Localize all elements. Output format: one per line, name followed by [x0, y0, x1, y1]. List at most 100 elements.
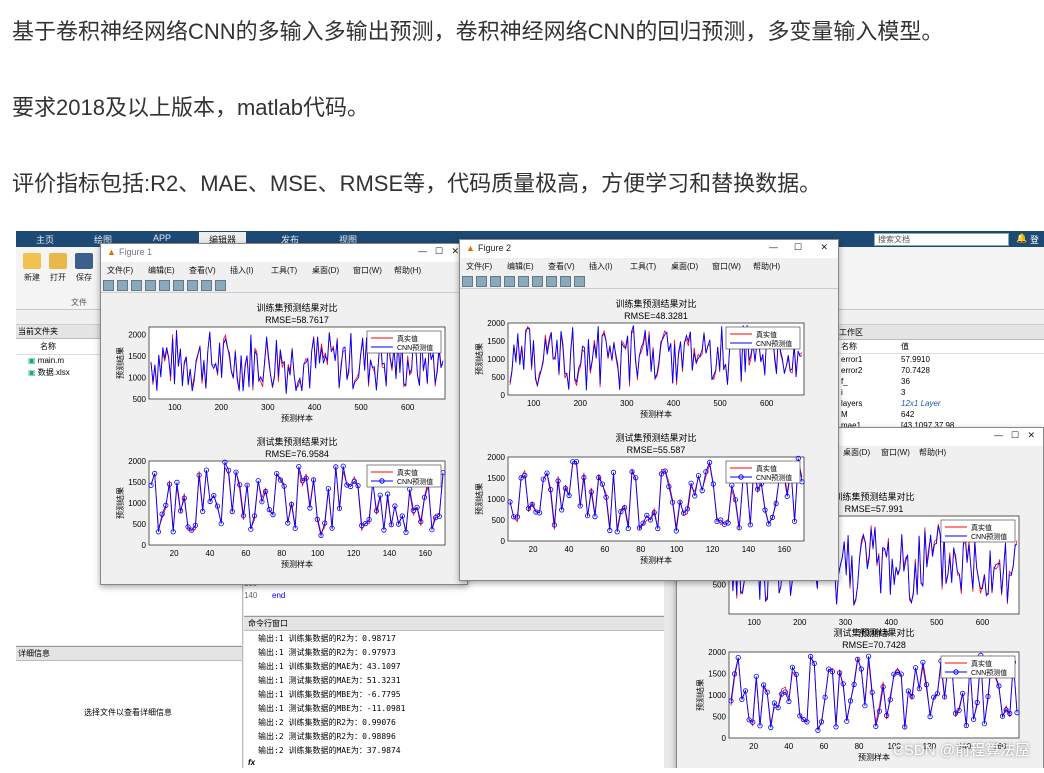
x-tick-label: 120: [347, 549, 361, 558]
legend-label: 真实值: [971, 659, 992, 668]
x-tick-label: 400: [667, 399, 681, 408]
maximize-icon[interactable]: ☐: [1011, 430, 1019, 441]
details-panel: 详细信息 选择文件以查看详细信息: [16, 646, 243, 768]
x-tick-label: 200: [574, 399, 588, 408]
maximize-icon[interactable]: ☐: [435, 246, 443, 257]
legend-icon[interactable]: [187, 280, 198, 291]
y-axis-label: 预测结果: [115, 487, 125, 519]
ws-var-value: 70.7428: [901, 366, 930, 375]
rmse-label: RMSE=76.9584: [265, 449, 329, 459]
figure-toolbar: [101, 278, 467, 293]
bell-icon[interactable]: 🔔: [1016, 233, 1027, 244]
workspace-row[interactable]: error2 70.7428: [837, 365, 1044, 376]
new-button[interactable]: 新建: [20, 253, 44, 283]
menu-item[interactable]: 编辑(E): [507, 261, 534, 272]
close-icon[interactable]: ✕: [820, 242, 828, 253]
figure-titlebar: ▲ Figure 2 — ☐ ✕: [460, 240, 838, 258]
open-icon[interactable]: [117, 280, 128, 291]
save-button[interactable]: 保存: [72, 253, 96, 283]
menu-item[interactable]: 窗口(W): [712, 261, 741, 272]
workspace-row[interactable]: error1 57.9910: [837, 354, 1044, 365]
menu-item[interactable]: 工具(T): [271, 265, 297, 276]
property-icon[interactable]: [574, 276, 585, 287]
fx-prompt-icon[interactable]: fx: [248, 758, 255, 767]
menu-item[interactable]: 插入(I): [230, 265, 254, 276]
menu-item[interactable]: 文件(F): [107, 265, 133, 276]
x-tick-label: 100: [747, 618, 761, 627]
menu-item[interactable]: 文件(F): [466, 261, 492, 272]
x-tick-label: 40: [565, 545, 574, 554]
menu-item[interactable]: 桌面(D): [843, 447, 870, 458]
y-tick-label: 2000: [128, 457, 146, 466]
legend-label: 真实值: [397, 334, 418, 343]
link-icon[interactable]: [159, 280, 170, 291]
ws-value-header[interactable]: 值: [901, 341, 909, 352]
menu-item[interactable]: 帮助(H): [753, 261, 780, 272]
command-window-title: 命令行窗口: [244, 617, 664, 631]
minimize-icon[interactable]: —: [769, 242, 778, 252]
details-title: 详细信息: [16, 647, 242, 661]
command-output[interactable]: 输出:1 训练集数据的R2为：0.98717 输出:1 测试集数据的R2为：0.9…: [244, 631, 664, 759]
legend-label: CNN预测值: [971, 668, 1007, 677]
print-icon[interactable]: [504, 276, 515, 287]
tab-apps[interactable]: APP: [153, 233, 171, 243]
legend-label: CNN预测值: [397, 477, 433, 486]
menu-item[interactable]: 查看(V): [189, 265, 216, 276]
minimize-icon[interactable]: —: [418, 246, 427, 256]
close-icon[interactable]: ✕: [451, 246, 459, 257]
menu-item[interactable]: 工具(T): [630, 261, 656, 272]
save-icon[interactable]: [490, 276, 501, 287]
workspace-row[interactable]: layers 12x1 Layer: [837, 398, 1044, 409]
property-icon[interactable]: [215, 280, 226, 291]
figure-titlebar: ▲ Figure 1 — ☐ ✕: [101, 244, 467, 262]
pointer-icon[interactable]: [201, 280, 212, 291]
plot-title: 训练集预测结果对比: [256, 302, 337, 313]
new-figure-icon[interactable]: [462, 276, 473, 287]
tab-home[interactable]: 主页: [36, 233, 54, 246]
menu-item[interactable]: 窗口(W): [881, 447, 910, 458]
legend-icon[interactable]: [546, 276, 557, 287]
open-label: 打开: [50, 273, 66, 282]
menu-item[interactable]: 帮助(H): [919, 447, 946, 458]
rmse-label: RMSE=58.7617: [265, 315, 329, 325]
menu-item[interactable]: 帮助(H): [394, 265, 421, 276]
workspace-row[interactable]: f_ 36: [837, 376, 1044, 387]
maximize-icon[interactable]: ☐: [794, 242, 802, 253]
file-name: 数据.xlsx: [37, 368, 70, 377]
menu-item[interactable]: 编辑(E): [148, 265, 175, 276]
ws-var-name: M: [841, 410, 848, 419]
save-icon: [75, 253, 93, 269]
minimize-icon[interactable]: —: [994, 430, 1003, 440]
ws-name-header[interactable]: 名称: [841, 341, 901, 352]
y-tick-label: 0: [722, 734, 727, 743]
workspace-row[interactable]: i3: [837, 387, 1044, 398]
save-icon[interactable]: [131, 280, 142, 291]
open-icon[interactable]: [476, 276, 487, 287]
figure-2-axes: 训练集预测结果对比RMSE=48.32810500100015002000100…: [474, 298, 805, 565]
menu-item[interactable]: 桌面(D): [312, 265, 339, 276]
ws-var-name: f_: [841, 377, 848, 386]
workspace-row[interactable]: M 642: [837, 409, 1044, 420]
command-output-line: 输出:2 训练集数据的MAE为：37.9874: [258, 746, 401, 755]
print-icon[interactable]: [145, 280, 156, 291]
link-icon[interactable]: [518, 276, 529, 287]
colorbar-icon[interactable]: [173, 280, 184, 291]
login-label[interactable]: 登: [1030, 233, 1039, 246]
open-button[interactable]: 打开: [46, 253, 70, 283]
workspace-rows: error1 57.9910 error2 70.7428 f_ 36 i 3 layers 12…: [837, 354, 1044, 431]
menu-item[interactable]: 桌面(D): [671, 261, 698, 272]
figure-menu-bar: 文件(F) 编辑(E) 查看(V) 插入(I) 工具(T) 桌面(D) 窗口(W) 帮助(H): [460, 259, 838, 273]
code-text[interactable]: end: [262, 591, 285, 603]
figure-2-window[interactable]: ▲ Figure 2 — ☐ ✕ 文件(F) 编辑(E) 查看(V) 插入(I) 工具(…: [459, 239, 839, 581]
colorbar-icon[interactable]: [532, 276, 543, 287]
menu-item[interactable]: 查看(V): [548, 261, 575, 272]
pointer-icon[interactable]: [560, 276, 571, 287]
close-icon[interactable]: ✕: [1027, 430, 1035, 441]
new-figure-icon[interactable]: [103, 280, 114, 291]
command-output-line: 输出:1 测试集数据的R2为：0.97973: [258, 648, 396, 657]
menu-item[interactable]: 窗口(W): [353, 265, 382, 276]
ws-var-value: 3: [901, 388, 906, 397]
figure-1-window[interactable]: ▲ Figure 1 — ☐ ✕ 文件(F) 编辑(E) 查看(V) 插入(I) 工具(…: [100, 243, 468, 585]
menu-item[interactable]: 插入(I): [589, 261, 613, 272]
search-input[interactable]: 搜索文档: [874, 233, 1009, 246]
